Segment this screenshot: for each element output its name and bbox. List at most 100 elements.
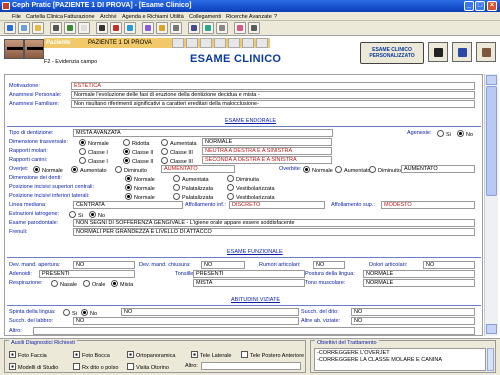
print-button[interactable] [428,42,448,62]
respirazione-field[interactable]: MISTA [193,279,305,287]
settings-icon[interactable] [216,22,228,34]
photos-icon[interactable] [200,38,212,48]
invoice-icon[interactable] [156,22,168,34]
spinta-si-radio[interactable]: Si [63,309,77,317]
sms-icon[interactable] [234,22,246,34]
xray-icon[interactable] [96,22,108,34]
rumori-field[interactable]: NO [313,261,345,269]
network-icon[interactable] [202,22,214,34]
dim-normale-radio[interactable]: Normale [79,139,109,147]
info-icon[interactable] [256,38,268,48]
calendar-icon[interactable] [142,22,154,34]
tipo-dentizione-field[interactable]: MISTA AVANZATA [73,129,333,137]
estrazioni-si-radio[interactable]: Si [69,211,83,219]
menu-agenda[interactable]: Agenda e Richiami [122,14,168,20]
denti-normale-radio[interactable]: Normale [125,175,155,183]
tools-icon[interactable] [188,22,200,34]
menu-fatturazione[interactable]: Fatturazione [64,14,95,20]
anamnesi-personale-field[interactable]: Normale l'evoluzione delle fasi di eruzi… [71,91,475,99]
visita-otorino-checkbox[interactable]: Visita Otorino [127,363,169,371]
tooth-icon[interactable] [78,22,90,34]
dim-trasversale-field[interactable]: NORMALE [202,138,332,146]
xray-list-icon[interactable] [214,38,226,48]
inf-normale-radio[interactable]: Normale [125,193,155,201]
menu-utilita[interactable]: Utilità [170,14,184,20]
overjet-field[interactable]: AUMENTATO [161,165,235,173]
exit-icon[interactable] [248,22,260,34]
print-icon[interactable] [170,22,182,34]
molari-classe3-radio[interactable]: Classe III [161,148,193,156]
custom-exam-button[interactable]: ESAME CLINICO PERSONALIZZATO [360,42,424,64]
overbite-normale-radio[interactable]: Normale [303,166,333,174]
succ-labbro-field[interactable]: NO [73,317,299,325]
overjet-aumentato-radio[interactable]: Aumentato [71,166,107,174]
resp-orale-radio[interactable]: Orale [83,280,105,288]
denti-aumentata-radio[interactable]: Aumentata [173,175,209,183]
tono-field[interactable]: NORMALE [363,279,475,287]
patient-list-icon[interactable] [18,22,30,34]
dev-chiusura-field[interactable]: NO [201,261,245,269]
canini-classe1-radio[interactable]: Classe I [79,157,108,165]
inf-vestibolarizzata-radio[interactable]: Vestibolarizzata [227,193,275,201]
motivazione-field[interactable]: ESTETICA [71,82,475,90]
ausili-altro-field[interactable] [201,362,301,370]
clinical-exam-icon[interactable] [186,38,198,48]
molari-classe1-radio[interactable]: Classe I [79,148,108,156]
altro-field[interactable] [33,327,475,335]
resp-mista-radio[interactable]: Mista [111,280,133,288]
anamnesis-icon[interactable] [172,38,184,48]
sup-vestibolarizzata-radio[interactable]: Vestibolarizzata [227,184,275,192]
tele-laterale-checkbox[interactable]: Tele Laterale [191,351,232,359]
overbite-aumentato-radio[interactable]: Aumentato [335,166,371,174]
canini-classe2-radio[interactable]: Classe II [123,157,153,165]
foto-bocca-checkbox[interactable]: Foto Bocca [73,351,110,359]
obiettivi-textarea[interactable]: -CORREGGERE L'OVERJET -CORREGGERE LA CLA… [314,348,486,371]
menu-file[interactable]: File [12,14,21,20]
adenoidi-field[interactable]: PRESENTI [39,270,135,278]
folder-icon[interactable] [32,22,44,34]
modelli-studio-checkbox[interactable]: Modelli di Studio [9,363,58,371]
heart-icon[interactable] [242,38,254,48]
dim-ridotta-radio[interactable]: Ridotta [123,139,149,147]
treatment-icon[interactable] [228,38,240,48]
menu-help[interactable]: ? [274,14,277,20]
agenesie-no-radio[interactable]: No [457,130,473,138]
scroll-thumb[interactable] [486,86,497,196]
sup-normale-radio[interactable]: Normale [125,184,155,192]
close-icon[interactable]: × [487,1,497,11]
dev-apertura-field[interactable]: NO [73,261,135,269]
postura-lingua-field[interactable]: NORMALE [363,270,475,278]
linea-mediana-field[interactable]: CENTRATA [73,201,183,209]
overbite-field[interactable]: AUMENTATO [401,165,475,173]
spinta-no-radio[interactable]: No [81,309,97,317]
molari-classe2-radio[interactable]: Classe II [123,148,153,156]
ceph-icon[interactable] [110,22,122,34]
chart-icon[interactable] [124,22,136,34]
anamnesi-familiare-field[interactable]: Non risultano riferimenti significativi … [71,100,475,108]
obiettivi-scrollbar[interactable] [487,348,494,371]
ortopanoramica-checkbox[interactable]: Ortopanoramica [127,351,175,359]
frenuli-field[interactable]: NORMALI PER GRANDEZZA E LIVELLO DI ATTAC… [73,228,475,236]
menu-ricerche[interactable]: Ricerche Avanzate [226,14,272,20]
save-button[interactable] [452,42,472,62]
scrollbar[interactable] [484,74,498,336]
agenesie-si-radio[interactable]: Si [437,130,451,138]
rapporti-canini-field[interactable]: SECONDA A DESTRA E A SINISTRA [202,156,332,164]
esame-parodontale-field[interactable]: NON SEGNI DI SOFFERENZA GENGIVALE - L'ig… [73,219,475,227]
rapporti-molari-field[interactable]: NEUTRA A DESTRA E A SINISTRA [202,147,332,155]
rx-dito-checkbox[interactable]: Rx dito o polso [73,363,118,371]
scroll-down-icon[interactable] [486,324,497,334]
new-patient-icon[interactable] [4,22,16,34]
dolori-field[interactable]: NO [423,261,475,269]
menu-cartella-clinica[interactable]: Cartella Clinica [26,14,63,20]
tonsille-field[interactable]: PRESENTI [193,270,305,278]
succ-dito-field[interactable]: NO [351,308,475,316]
aff-sup-field[interactable]: MODESTO [381,201,475,209]
estrazioni-no-radio[interactable]: No [89,211,105,219]
maximize-icon[interactable]: □ [475,1,485,11]
foto-faccia-checkbox[interactable]: Foto Faccia [9,351,47,359]
overjet-diminuito-radio[interactable]: Diminuito [115,166,147,174]
photo-icon[interactable] [64,22,76,34]
sup-palatalizzata-radio[interactable]: Palatalizzata [173,184,213,192]
canini-classe3-radio[interactable]: Classe III [161,157,193,165]
